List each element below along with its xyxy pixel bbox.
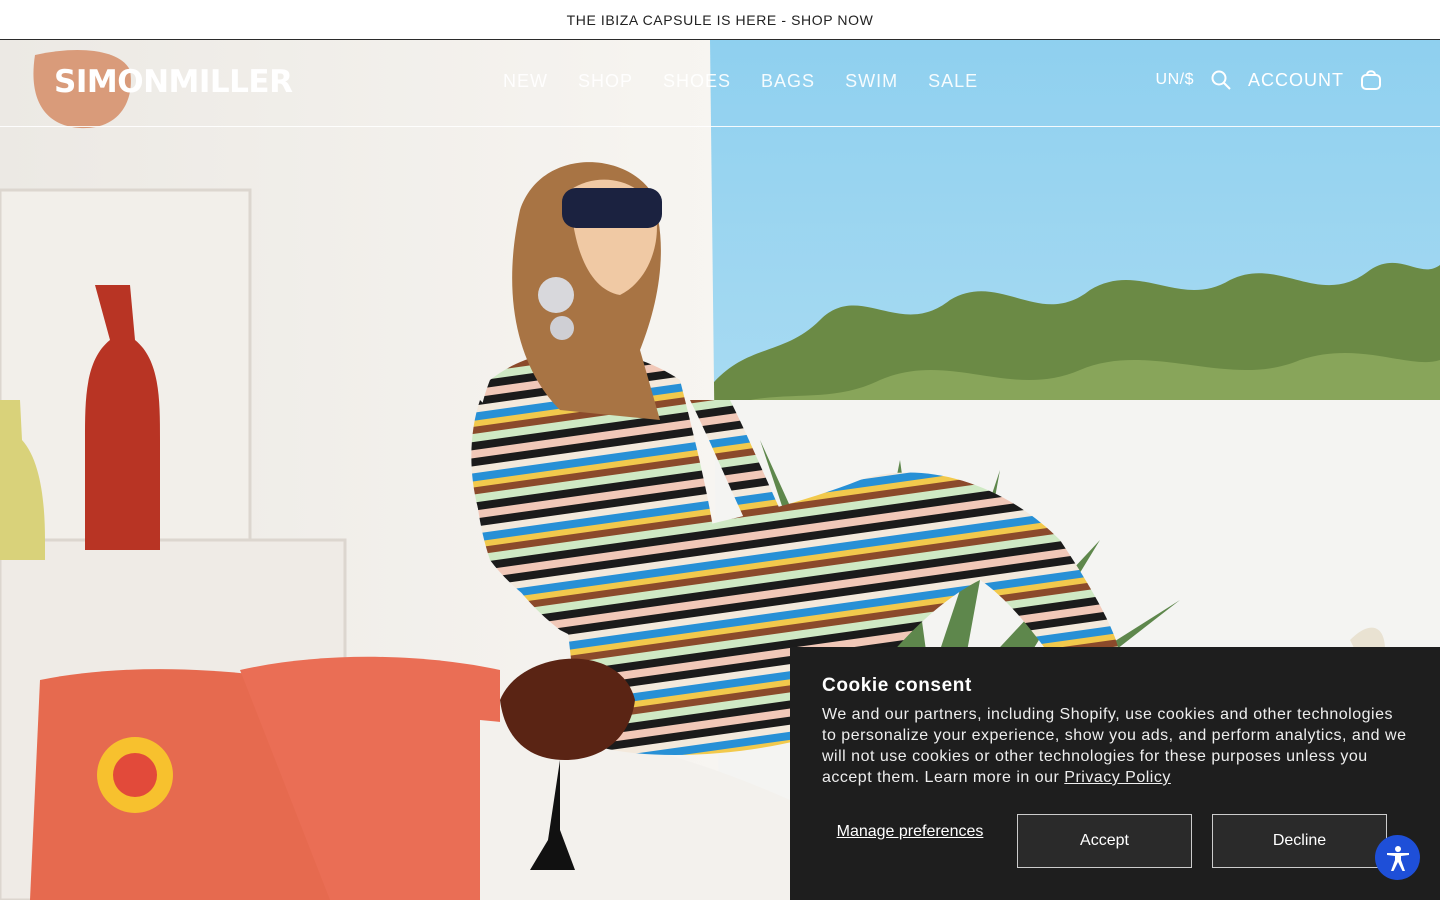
announcement-text[interactable]: THE IBIZA CAPSULE IS HERE - SHOP NOW: [567, 12, 874, 28]
decline-button[interactable]: Decline: [1212, 814, 1387, 868]
accept-button[interactable]: Accept: [1017, 814, 1192, 868]
header-utilities: UN/$ ACCOUNT: [1156, 69, 1382, 91]
search-icon[interactable]: [1210, 69, 1232, 91]
nav-swim[interactable]: SWIM: [845, 71, 898, 92]
nav-new[interactable]: NEW: [503, 71, 548, 92]
cart-icon[interactable]: [1360, 69, 1382, 91]
nav-shop[interactable]: SHOP: [578, 71, 633, 92]
privacy-policy-link[interactable]: Privacy Policy: [1064, 769, 1171, 786]
nav-shoes[interactable]: SHOES: [663, 71, 731, 92]
cookie-consent-banner: Cookie consent We and our partners, incl…: [790, 647, 1440, 900]
main-nav: NEW SHOP SHOES BAGS SWIM SALE: [503, 71, 978, 92]
site-header: SIMONMILLER NEW SHOP SHOES BAGS SWIM SAL…: [0, 40, 1440, 127]
nav-sale[interactable]: SALE: [928, 71, 978, 92]
account-link[interactable]: ACCOUNT: [1248, 70, 1344, 91]
announcement-bar[interactable]: THE IBIZA CAPSULE IS HERE - SHOP NOW: [0, 0, 1440, 40]
cookie-body: We and our partners, including Shopify, …: [822, 704, 1412, 788]
currency-selector[interactable]: UN/$: [1156, 71, 1194, 89]
brand-logo[interactable]: SIMONMILLER: [54, 64, 293, 100]
manage-preferences-link[interactable]: Manage preferences: [830, 822, 990, 841]
cookie-title: Cookie consent: [822, 675, 972, 696]
nav-bags[interactable]: BAGS: [761, 71, 815, 92]
accessibility-icon[interactable]: [1375, 835, 1420, 880]
